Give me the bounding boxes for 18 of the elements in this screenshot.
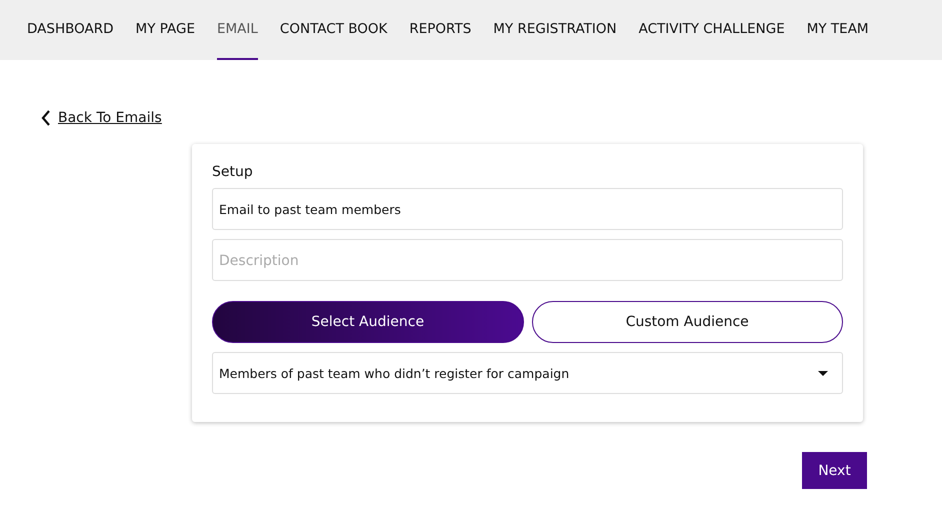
nav-tab[interactable]: DASHBOARD [27,0,114,60]
chevron-left-icon [41,110,51,126]
audience-button[interactable]: Select Audience [212,301,524,343]
audience-dropdown[interactable]: Members of past team who didn’t register for campaign [212,352,843,394]
caret-icon [818,370,828,376]
nav-tab[interactable]: EMAIL [217,0,258,60]
description-field[interactable]: Description [212,239,843,281]
nav-tab[interactable]: CONTACT BOOK [280,0,388,60]
audience-button[interactable]: Custom Audience [532,301,843,343]
nav-tab[interactable]: MY TEAM [806,0,869,60]
nav-tab[interactable]: REPORTS [409,0,472,60]
nav-tab[interactable]: MY REGISTRATION [493,0,617,60]
nav-tab[interactable]: MY PAGE [136,0,195,60]
nav-tab[interactable]: ACTIVITY CHALLENGE [638,0,785,60]
back-link[interactable]: Back To Emails [41,110,162,126]
next-button[interactable]: Next [802,452,867,489]
email-name-field[interactable]: Email to past team members [212,188,843,230]
section-heading: Setup [212,164,254,180]
